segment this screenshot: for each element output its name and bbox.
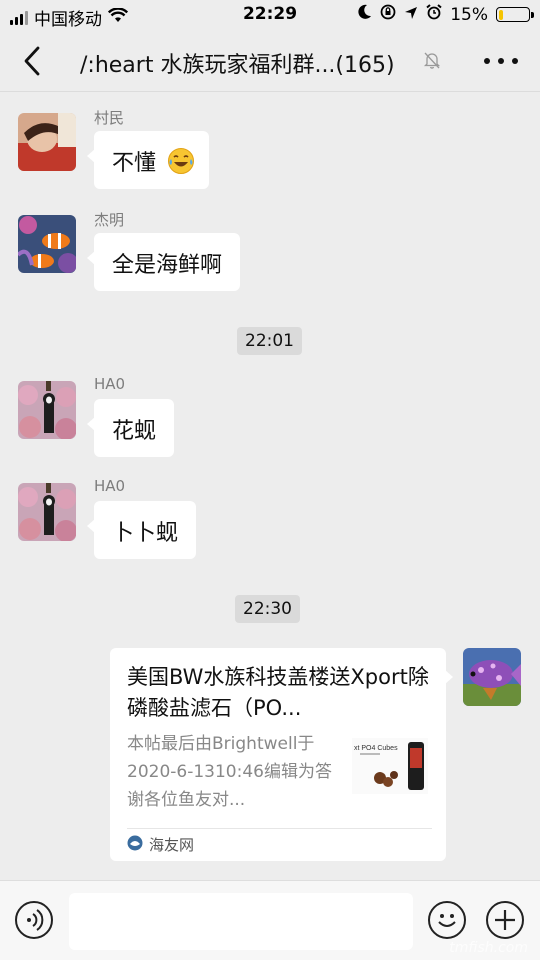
message-text: 卜卜蚬 — [112, 521, 179, 546]
message-text: 全是海鲜啊 — [112, 253, 223, 278]
chat-title: /:heart 水族玩家福利群...(165) — [80, 53, 395, 78]
sender-name: HA0 — [94, 477, 126, 495]
message-text: 不懂 — [112, 151, 157, 176]
moon-icon — [358, 4, 372, 25]
more-options-button[interactable] — [484, 48, 518, 74]
voice-input-button[interactable] — [15, 901, 53, 939]
my-avatar[interactable] — [463, 648, 521, 706]
timestamp: 22:30 — [235, 595, 300, 623]
chat-input-bar: tmfish.com — [0, 880, 540, 960]
watermark: tmfish.com — [449, 940, 528, 956]
message-input[interactable] — [69, 893, 413, 950]
laughing-tears-emoji-icon — [167, 147, 195, 181]
link-card-description: 本帖最后由Brightwell于2020-6-1310:46编辑为答谢各位鱼友对… — [127, 734, 332, 810]
timestamp: 22:01 — [237, 327, 302, 355]
chat-header: /:heart 水族玩家福利群...(165) — [0, 30, 540, 92]
sender-name: 村民 — [94, 109, 125, 127]
thumbnail-caption: xt PO4 Cubes — [354, 745, 398, 752]
avatar[interactable] — [18, 113, 76, 171]
message-bubble[interactable]: 全是海鲜啊 — [86, 233, 241, 291]
source-logo-icon — [127, 835, 143, 855]
avatar[interactable] — [18, 215, 76, 273]
plus-icon — [495, 910, 515, 930]
smiley-icon — [438, 914, 456, 927]
avatar[interactable] — [18, 381, 76, 439]
mute-bell-icon — [422, 50, 442, 74]
link-card[interactable]: 美国BW水族科技盖楼送Xport除磷酸盐滤石（PO... 本帖最后由Bright… — [110, 648, 453, 861]
link-card-title: 美国BW水族科技盖楼送Xport除磷酸盐滤石（PO... — [127, 665, 429, 720]
sender-name: 杰明 — [94, 211, 125, 229]
battery-icon — [496, 7, 534, 22]
link-card-divider — [127, 828, 432, 829]
message-bubble[interactable]: 花蚬 — [86, 399, 175, 457]
message-text: 花蚬 — [112, 419, 157, 444]
link-card-source: 海友网 — [127, 834, 194, 855]
emoji-button[interactable] — [428, 901, 466, 939]
status-bar: 中国移动 22:29 15% — [0, 0, 540, 30]
link-card-thumbnail: xt PO4 Cubes — [352, 738, 428, 794]
chevron-left-icon — [24, 46, 40, 76]
more-functions-button[interactable] — [486, 901, 524, 939]
battery-percent: 15% — [450, 4, 488, 25]
rotation-lock-icon — [380, 4, 396, 25]
avatar[interactable] — [18, 483, 76, 541]
voice-icon — [27, 909, 44, 931]
back-button[interactable] — [20, 44, 46, 78]
location-icon — [404, 5, 418, 25]
sender-name: HA0 — [94, 375, 126, 393]
message-bubble[interactable]: 卜卜蚬 — [86, 501, 197, 559]
source-name: 海友网 — [149, 836, 195, 854]
message-bubble[interactable]: 不懂 — [86, 131, 210, 189]
alarm-icon — [426, 4, 442, 25]
